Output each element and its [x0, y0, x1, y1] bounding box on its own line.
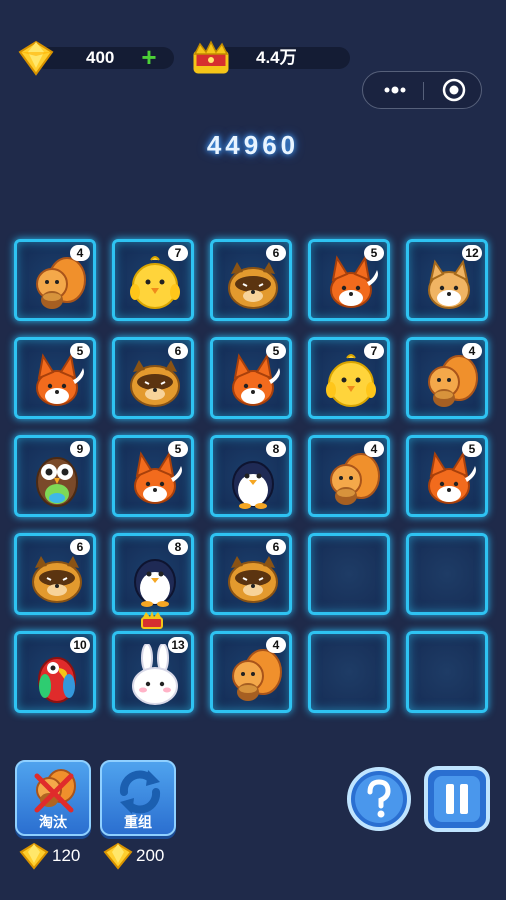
empty-slot[interactable]: [406, 631, 488, 713]
rabbit-icon: [132, 644, 178, 705]
tile-count-badge: 6: [266, 245, 286, 261]
squirrel-icon: [232, 649, 282, 701]
penguin-icon: [134, 559, 176, 607]
help-icon[interactable]: [346, 766, 412, 832]
refresh-icon: [119, 770, 161, 814]
tile-count-badge: 6: [168, 343, 188, 359]
fox-icon: [428, 451, 476, 504]
raccoon-icon: [228, 556, 278, 603]
pause-icon[interactable]: [424, 766, 490, 832]
tile-chick[interactable]: 7: [112, 239, 194, 321]
crown-icon: [141, 611, 163, 629]
tile-fox[interactable]: 5: [406, 435, 488, 517]
tile-penguin[interactable]: 8: [112, 533, 194, 615]
tile-fox[interactable]: 5: [308, 239, 390, 321]
target-icon[interactable]: [441, 77, 467, 103]
tile-fox[interactable]: 5: [210, 337, 292, 419]
squirrel-icon: [428, 355, 478, 407]
tile-squirrel[interactable]: 4: [210, 631, 292, 713]
tile-count-badge: 4: [70, 245, 90, 261]
tile-count-badge: 8: [168, 539, 188, 555]
tile-count-badge: 6: [266, 539, 286, 555]
fox-icon: [330, 255, 378, 308]
reshuffle-label: 重组: [124, 814, 152, 830]
crown-score: 4.4万: [256, 48, 297, 67]
tile-count-badge: 12: [462, 245, 482, 261]
empty-slot[interactable]: [308, 631, 390, 713]
tile-owl[interactable]: 9: [14, 435, 96, 517]
eliminate-button[interactable]: 淘汰: [15, 760, 91, 836]
game-board: 4 7 6 5 12 5 6 5 7 4 9 5 8 4 5 6 8 6 10 13 4: [14, 239, 494, 719]
empty-slot[interactable]: [308, 533, 390, 615]
reshuffle-button[interactable]: 重组: [100, 760, 176, 836]
tile-count-badge: 5: [70, 343, 90, 359]
chick-icon: [326, 354, 376, 407]
squirrel-cross-icon: [34, 769, 76, 813]
tile-count-badge: 10: [70, 637, 90, 653]
tile-fox[interactable]: 5: [14, 337, 96, 419]
tile-raccoon[interactable]: 6: [112, 337, 194, 419]
tile-squirrel[interactable]: 4: [406, 337, 488, 419]
reshuffle-cost-value: 200: [136, 846, 165, 865]
shiba-icon: [428, 259, 470, 309]
tile-parrot[interactable]: 10: [14, 631, 96, 713]
tile-count-badge: 13: [168, 637, 188, 653]
crown-icon: [193, 40, 229, 74]
fox-icon: [232, 353, 280, 406]
gem-icon: [18, 40, 54, 76]
tile-chick[interactable]: 7: [308, 337, 390, 419]
gem-icon: [19, 842, 49, 870]
tile-count-badge: 4: [364, 441, 384, 457]
tile-count-badge: 5: [266, 343, 286, 359]
tile-penguin[interactable]: 8: [210, 435, 292, 517]
raccoon-icon: [228, 262, 278, 309]
gem-count: 400: [86, 48, 115, 67]
tile-raccoon[interactable]: 6: [210, 533, 292, 615]
squirrel-icon: [330, 453, 380, 505]
raccoon-icon: [32, 556, 82, 603]
parrot-icon: [38, 657, 76, 703]
tile-count-badge: 5: [364, 245, 384, 261]
eliminate-cost: 120: [18, 842, 98, 870]
score-display: 44960: [206, 130, 300, 160]
penguin-icon: [232, 461, 274, 509]
add-gems-button[interactable]: +: [138, 44, 160, 70]
tile-count-badge: 7: [364, 343, 384, 359]
eliminate-cost-value: 120: [52, 846, 81, 865]
more-icon[interactable]: [379, 72, 419, 108]
chick-icon: [130, 256, 180, 309]
tile-count-badge: 6: [70, 539, 90, 555]
raccoon-icon: [130, 360, 180, 407]
tile-count-badge: 5: [462, 441, 482, 457]
tile-squirrel[interactable]: 4: [308, 435, 390, 517]
miniprogram-capsule: [362, 71, 482, 109]
tile-count-badge: 5: [168, 441, 188, 457]
tile-squirrel[interactable]: 4: [14, 239, 96, 321]
eliminate-label: 淘汰: [39, 814, 67, 830]
owl-icon: [36, 457, 78, 507]
tile-count-badge: 8: [266, 441, 286, 457]
tile-rabbit[interactable]: 13: [112, 631, 194, 713]
tile-count-badge: 7: [168, 245, 188, 261]
fox-icon: [36, 353, 84, 406]
empty-slot[interactable]: [406, 533, 488, 615]
tile-count-badge: 9: [70, 441, 90, 457]
fox-icon: [134, 451, 182, 504]
tile-fox[interactable]: 5: [112, 435, 194, 517]
tile-count-badge: 4: [462, 343, 482, 359]
tile-raccoon[interactable]: 6: [210, 239, 292, 321]
gem-icon: [103, 842, 133, 870]
tile-raccoon[interactable]: 6: [14, 533, 96, 615]
tile-count-badge: 4: [266, 637, 286, 653]
capsule-divider: [423, 82, 424, 100]
tile-shiba[interactable]: 12: [406, 239, 488, 321]
squirrel-icon: [36, 257, 86, 309]
reshuffle-cost: 200: [102, 842, 182, 870]
